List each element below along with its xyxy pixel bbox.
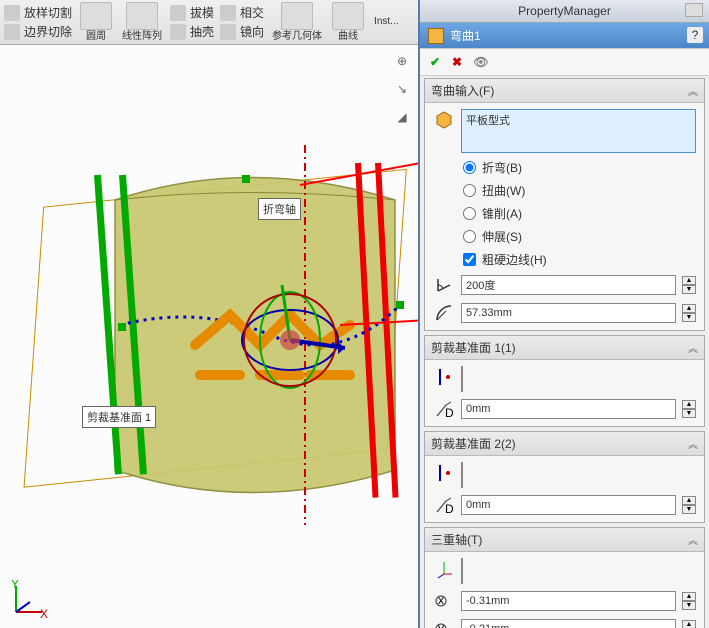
radio-twist[interactable]: 扭曲(W) xyxy=(463,182,696,199)
action-row: ✔ ✖ 👁 xyxy=(420,48,709,76)
trim1-group: 剪裁基准面 1(1) ︽ D ▲▼ xyxy=(424,335,705,427)
cancel-button[interactable]: ✖ xyxy=(448,53,466,71)
trim1-header[interactable]: 剪裁基准面 1(1) ︽ xyxy=(425,336,704,360)
property-manager-panel: PropertyManager 弯曲1 ? ✔ ✖ 👁 弯曲输入(F) ︽ 平板… xyxy=(418,0,709,628)
model-canvas xyxy=(0,45,418,628)
flex-input-header[interactable]: 弯曲输入(F) ︽ xyxy=(425,79,704,103)
axis-indicator-icon: Y X xyxy=(8,580,48,620)
angle-input[interactable] xyxy=(461,275,676,295)
mirror-button[interactable]: 镜向 xyxy=(220,23,264,40)
draft-button[interactable]: 拔模 xyxy=(170,4,214,21)
trim1-ref-icon xyxy=(433,366,455,388)
loft-cut-button[interactable]: 放样切割 xyxy=(4,4,72,21)
svg-text:D: D xyxy=(445,406,454,419)
trim1-distance-icon: D xyxy=(433,398,455,420)
svg-text:x: x xyxy=(438,593,444,607)
angle-spinner[interactable]: ▲▼ xyxy=(682,276,696,294)
flex-type-radios: 折弯(B) 扭曲(W) 锥削(A) 伸展(S) 粗硬边线(H) xyxy=(433,159,696,268)
curves-button[interactable]: 曲线 xyxy=(330,2,366,42)
svg-text:Y: Y xyxy=(11,580,19,591)
flex-feature-icon xyxy=(428,28,444,44)
triad-header[interactable]: 三重轴(T) ︽ xyxy=(425,528,704,552)
reference-geometry-button[interactable]: 参考几何体 xyxy=(270,2,324,42)
panel-body[interactable]: 弯曲输入(F) ︽ 平板型式 折弯(B) 扭曲(W) 锥削(A) 伸展(S) 粗… xyxy=(420,76,709,628)
trim2-spinner[interactable]: ▲▼ xyxy=(682,496,696,514)
view-axis-icon[interactable]: ◢ xyxy=(392,107,412,127)
circular-button[interactable]: 圆周 xyxy=(78,2,114,42)
trim1-distance-input[interactable] xyxy=(461,399,676,419)
boundary-cut-button[interactable]: 边界切除 xyxy=(4,23,72,40)
preview-button[interactable]: 👁 xyxy=(470,53,492,71)
radio-bend[interactable]: 折弯(B) xyxy=(463,159,696,176)
trim2-header[interactable]: 剪裁基准面 2(2) ︽ xyxy=(425,432,704,456)
trim-plane-callout: 剪裁基准面 1 xyxy=(82,406,156,428)
radio-taper[interactable]: 锥削(A) xyxy=(463,205,696,222)
linear-pattern-button[interactable]: 线性阵列 xyxy=(120,2,164,42)
bend-axis-callout: 折弯轴 xyxy=(258,198,301,220)
trim2-distance-icon: D xyxy=(433,494,455,516)
svg-text:D: D xyxy=(445,502,454,515)
feature-name: 弯曲1 xyxy=(450,27,481,44)
panel-title: PropertyManager xyxy=(518,4,611,18)
help-icon[interactable]: ? xyxy=(687,27,703,43)
triad-x-input[interactable] xyxy=(461,591,676,611)
zoom-fit-icon[interactable]: ⊕ xyxy=(392,51,412,71)
chevron-up-icon: ︽ xyxy=(688,340,698,355)
chevron-up-icon: ︽ xyxy=(688,83,698,98)
trim2-ref-icon xyxy=(433,462,455,484)
ok-button[interactable]: ✔ xyxy=(426,53,444,71)
view-arrow-icon[interactable]: ↘ xyxy=(392,79,412,99)
viewport-controls: ⊕ ↘ ◢ xyxy=(392,51,412,127)
trim1-spinner[interactable]: ▲▼ xyxy=(682,400,696,418)
panel-titlebar: PropertyManager xyxy=(420,0,709,23)
triad-y-input[interactable] xyxy=(461,619,676,628)
trim2-group: 剪裁基准面 2(2) ︽ D ▲▼ xyxy=(424,431,705,523)
radius-spinner[interactable]: ▲▼ xyxy=(682,304,696,322)
radio-stretch[interactable]: 伸展(S) xyxy=(463,228,696,245)
triad-x-icon: x xyxy=(433,590,455,612)
flex-input-group: 弯曲输入(F) ︽ 平板型式 折弯(B) 扭曲(W) 锥削(A) 伸展(S) 粗… xyxy=(424,78,705,331)
toolbar-cut-group: 放样切割 边界切除 xyxy=(4,4,72,40)
toolbar-feature-group: 拔模 抽壳 xyxy=(170,4,214,40)
svg-text:X: X xyxy=(40,607,48,620)
instant3d-button[interactable]: Inst... xyxy=(372,17,400,27)
body-selection-icon xyxy=(433,109,455,131)
trim1-selection-field[interactable] xyxy=(461,366,463,392)
shell-button[interactable]: 抽壳 xyxy=(170,23,214,40)
triad-y-icon: y xyxy=(433,618,455,628)
chevron-up-icon: ︽ xyxy=(688,436,698,451)
triad-selection-field[interactable] xyxy=(461,558,463,584)
graphics-viewport[interactable]: 折弯轴 剪裁基准面 1 ⊕ ↘ ◢ Y X xyxy=(0,45,418,628)
angle-icon xyxy=(433,274,455,296)
trim2-distance-input[interactable] xyxy=(461,495,676,515)
radius-icon xyxy=(433,302,455,324)
pin-icon[interactable] xyxy=(685,3,703,17)
svg-text:y: y xyxy=(438,621,444,628)
triad-x-spinner[interactable]: ▲▼ xyxy=(682,592,696,610)
triad-group: 三重轴(T) ︽ x ▲▼ y ▲▼ xyxy=(424,527,705,628)
body-selection-field[interactable]: 平板型式 xyxy=(461,109,696,153)
trim2-selection-field[interactable] xyxy=(461,462,463,488)
triad-y-spinner[interactable]: ▲▼ xyxy=(682,620,696,628)
chevron-up-icon: ︽ xyxy=(688,532,698,547)
triad-ref-icon xyxy=(433,558,455,580)
check-hard-edges[interactable]: 粗硬边线(H) xyxy=(463,251,696,268)
intersect-button[interactable]: 相交 xyxy=(220,4,264,21)
radius-input[interactable] xyxy=(461,303,676,323)
feature-header: 弯曲1 ? xyxy=(420,23,709,48)
toolbar-combine-group: 相交 镜向 xyxy=(220,4,264,40)
